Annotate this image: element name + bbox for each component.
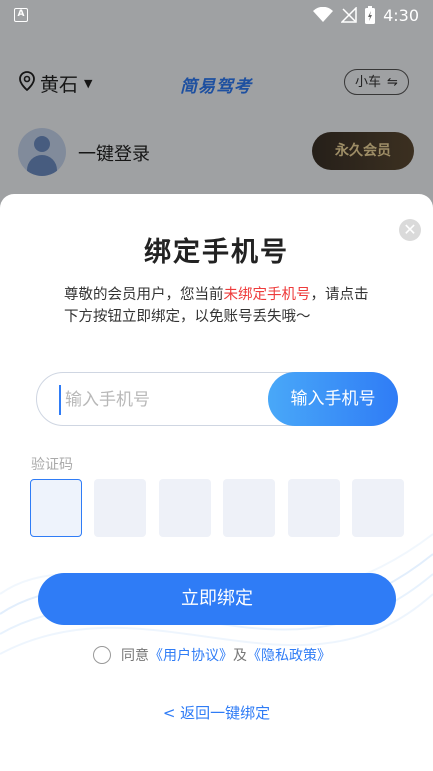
code-digit-2[interactable] <box>94 479 147 537</box>
app-notification-icon: A <box>14 8 28 22</box>
signal-off-icon <box>341 7 357 23</box>
agree-radio[interactable] <box>93 646 111 664</box>
modal-title: 绑定手机号 <box>144 237 289 268</box>
desc-text-1: 尊敬的会员用户，您当前 <box>64 287 224 303</box>
agree-prefix: 同意 <box>121 648 149 664</box>
bind-phone-sheet: ✕ 绑定手机号 尊敬的会员用户，您当前未绑定手机号，请点击下方按钮立即绑定，以免… <box>0 194 433 771</box>
code-digit-4[interactable] <box>223 479 276 537</box>
phone-input-button[interactable]: 输入手机号 <box>268 372 398 426</box>
code-digit-1[interactable] <box>30 479 82 537</box>
privacy-policy-link[interactable]: 《隐私政策》 <box>247 645 331 665</box>
code-digit-3[interactable] <box>158 479 211 537</box>
bind-now-button[interactable]: 立即绑定 <box>38 573 396 625</box>
clock-time: 4:30 <box>383 5 419 25</box>
phone-input[interactable] <box>59 385 259 415</box>
user-agreement-link[interactable]: 《用户协议》 <box>149 645 233 665</box>
modal-description: 尊敬的会员用户，您当前未绑定手机号，请点击下方按钮立即绑定，以免账号丢失哦～ <box>64 284 374 328</box>
code-input-group <box>30 479 404 537</box>
agree-and: 及 <box>233 648 247 664</box>
wifi-icon <box>313 7 334 23</box>
desc-highlight: 未绑定手机号 <box>223 287 311 303</box>
back-one-click-bind-link[interactable]: < 返回一键绑定 <box>0 702 433 723</box>
phone-field-group: 输入手机号 <box>36 372 398 426</box>
code-digit-5[interactable] <box>287 479 340 537</box>
status-bar: A 4:30 <box>0 0 433 30</box>
code-digit-6[interactable] <box>351 479 404 537</box>
battery-charging-icon <box>365 6 376 24</box>
agreement-row: 同意 《用户协议》 及 《隐私政策》 <box>93 644 331 666</box>
code-label: 验证码 <box>31 457 73 473</box>
